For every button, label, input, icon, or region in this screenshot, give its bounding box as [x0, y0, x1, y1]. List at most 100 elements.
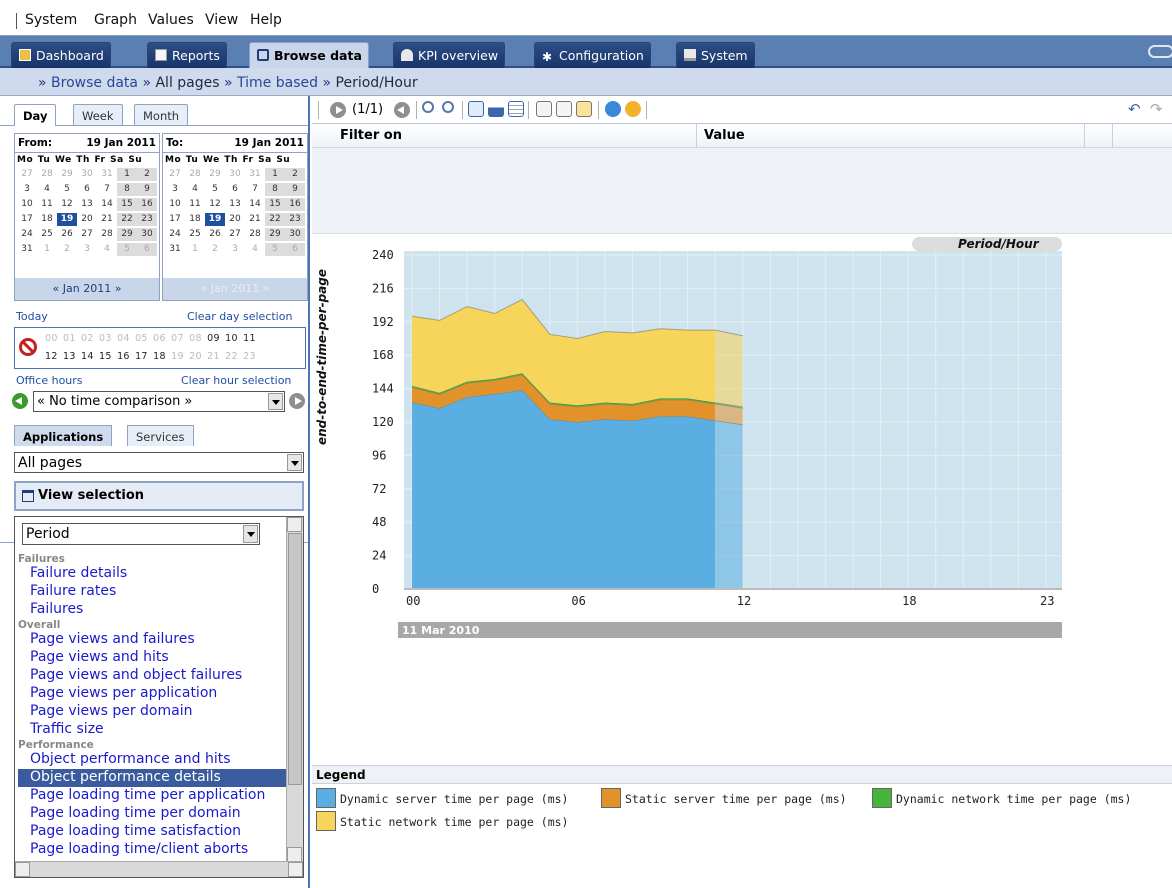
breadcrumb-browse-data[interactable]: Browse data	[51, 75, 138, 91]
scroll-left-button[interactable]	[15, 862, 30, 877]
calendar-day[interactable]: 2	[205, 243, 225, 256]
calendar-day[interactable]: 29	[117, 228, 137, 241]
tab-configuration[interactable]: ✱ Configuration	[534, 42, 651, 68]
calendar-day[interactable]: 9	[137, 183, 157, 196]
today-link[interactable]: Today	[16, 310, 48, 323]
calendar-day[interactable]: 22	[265, 213, 285, 226]
list-item[interactable]: Object performance details	[18, 769, 286, 787]
list-item[interactable]: Page loading time per domain	[18, 805, 286, 823]
tab-system[interactable]: System	[676, 42, 755, 68]
hour-cell[interactable]: 22	[225, 351, 243, 362]
toggle-switch[interactable]	[1148, 45, 1172, 58]
chevron-down-icon[interactable]	[268, 393, 283, 410]
calendar-day[interactable]: 29	[57, 168, 77, 181]
chevron-down-icon[interactable]	[243, 525, 258, 543]
pages-select[interactable]: All pages	[14, 452, 304, 473]
calendar-day[interactable]: 30	[225, 168, 245, 181]
hour-cell[interactable]: 10	[225, 333, 243, 344]
line-chart-icon[interactable]	[468, 101, 484, 117]
calendar-day[interactable]: 30	[285, 228, 305, 241]
tab-reports[interactable]: Reports	[147, 42, 227, 68]
hour-cell[interactable]: 17	[135, 351, 153, 362]
calendar-day[interactable]: 29	[205, 168, 225, 181]
calendar-day[interactable]: 17	[17, 213, 37, 226]
calendar-day[interactable]: 24	[17, 228, 37, 241]
list-item[interactable]: Page views and failures	[18, 631, 286, 649]
calendar-day[interactable]: 28	[37, 168, 57, 181]
hour-cell[interactable]: 15	[99, 351, 117, 362]
calendar-day[interactable]: 9	[285, 183, 305, 196]
list-item[interactable]: Page loading time satisfaction	[18, 823, 286, 841]
calendar-day[interactable]: 27	[17, 168, 37, 181]
calendar-day[interactable]: 3	[17, 183, 37, 196]
previous-arrow-icon[interactable]	[12, 393, 28, 409]
hour-cell[interactable]: 04	[117, 333, 135, 344]
tab-day[interactable]: Day	[14, 104, 57, 126]
hour-row-am[interactable]: 00 01 02 03 04 05 06 07 08 09 10 11	[45, 333, 256, 344]
period-select[interactable]: Period	[22, 523, 260, 545]
calendar-day[interactable]: 1	[185, 243, 205, 256]
next-page-icon[interactable]	[394, 102, 410, 118]
menu-values[interactable]: Values	[148, 12, 194, 28]
calendar-day[interactable]: 1	[265, 168, 285, 181]
hour-cell[interactable]: 06	[153, 333, 171, 344]
hour-cell[interactable]: 09	[207, 333, 225, 344]
view-selection-header[interactable]: View selection	[14, 481, 304, 511]
menu-view[interactable]: View	[205, 12, 238, 28]
list-item[interactable]: Page views and object failures	[18, 667, 286, 685]
calendar-day[interactable]: 14	[245, 198, 265, 211]
hour-cell[interactable]: 07	[171, 333, 189, 344]
info-icon[interactable]	[605, 101, 621, 117]
calendar-day[interactable]: 22	[117, 213, 137, 226]
hour-cell[interactable]: 18	[153, 351, 171, 362]
calendar-day[interactable]: 18	[37, 213, 57, 226]
report-icon[interactable]	[576, 101, 592, 117]
export-excel-icon[interactable]	[556, 101, 572, 117]
hour-cell[interactable]: 01	[63, 333, 81, 344]
calendar-day[interactable]: 28	[97, 228, 117, 241]
hour-cell[interactable]: 21	[207, 351, 225, 362]
calendar-day[interactable]: 16	[137, 198, 157, 211]
calendar-day[interactable]: 6	[285, 243, 305, 256]
no-entry-icon[interactable]	[19, 338, 37, 356]
list-item[interactable]: Page loading time per application	[18, 787, 286, 805]
view-list[interactable]: Period Failures Failure details Failure ra…	[14, 516, 304, 878]
time-comparison-select[interactable]: « No time comparison »	[33, 391, 285, 412]
hour-cell[interactable]: 14	[81, 351, 99, 362]
vertical-scrollbar[interactable]	[286, 517, 303, 862]
hour-cell[interactable]: 23	[243, 351, 256, 362]
calendar-day[interactable]: 28	[245, 228, 265, 241]
redo-icon[interactable]: ↷	[1150, 101, 1168, 117]
calendar-day[interactable]: 19	[57, 213, 77, 226]
calendar-day[interactable]: 20	[77, 213, 97, 226]
calendar-from-nav[interactable]: « Jan 2011 »	[15, 278, 159, 300]
calendar-day[interactable]: 12	[57, 198, 77, 211]
hour-cell[interactable]: 11	[243, 333, 256, 344]
calendar-day[interactable]: 3	[225, 243, 245, 256]
calendar-day[interactable]: 29	[265, 228, 285, 241]
list-item[interactable]: Failures	[18, 601, 286, 619]
tab-week[interactable]: Week	[73, 104, 123, 125]
list-item[interactable]: Page views per application	[18, 685, 286, 703]
hour-cell[interactable]: 20	[189, 351, 207, 362]
menu-graph[interactable]: Graph	[94, 12, 137, 28]
calendar-day[interactable]: 27	[165, 168, 185, 181]
calendar-day[interactable]: 23	[285, 213, 305, 226]
calendar-day[interactable]: 11	[37, 198, 57, 211]
hour-cell[interactable]: 03	[99, 333, 117, 344]
clear-hour-selection-link[interactable]: Clear hour selection	[181, 374, 291, 387]
calendar-day[interactable]: 30	[137, 228, 157, 241]
calendar-day[interactable]: 31	[17, 243, 37, 256]
hour-cell[interactable]: 05	[135, 333, 153, 344]
calendar-day[interactable]: 28	[185, 168, 205, 181]
calendar-day[interactable]: 1	[117, 168, 137, 181]
breadcrumb-time-based[interactable]: Time based	[237, 75, 318, 91]
stacked-area-chart[interactable]: 0 24 48 72 96 120 144 168 192 216 240 00 06 12 18 23 11 …	[312, 235, 1172, 765]
calendar-day[interactable]: 7	[245, 183, 265, 196]
calendar-to-grid[interactable]: 27 28 29 30 31 1 2 3 4 5 6 7 8 9 10 11 12 13 14 15 16 17 18 19 2…	[165, 168, 305, 258]
calendar-day[interactable]: 27	[225, 228, 245, 241]
calendar-day[interactable]: 6	[77, 183, 97, 196]
hour-cell[interactable]: 00	[45, 333, 63, 344]
calendar-day[interactable]: 13	[225, 198, 245, 211]
calendar-day[interactable]: 2	[285, 168, 305, 181]
